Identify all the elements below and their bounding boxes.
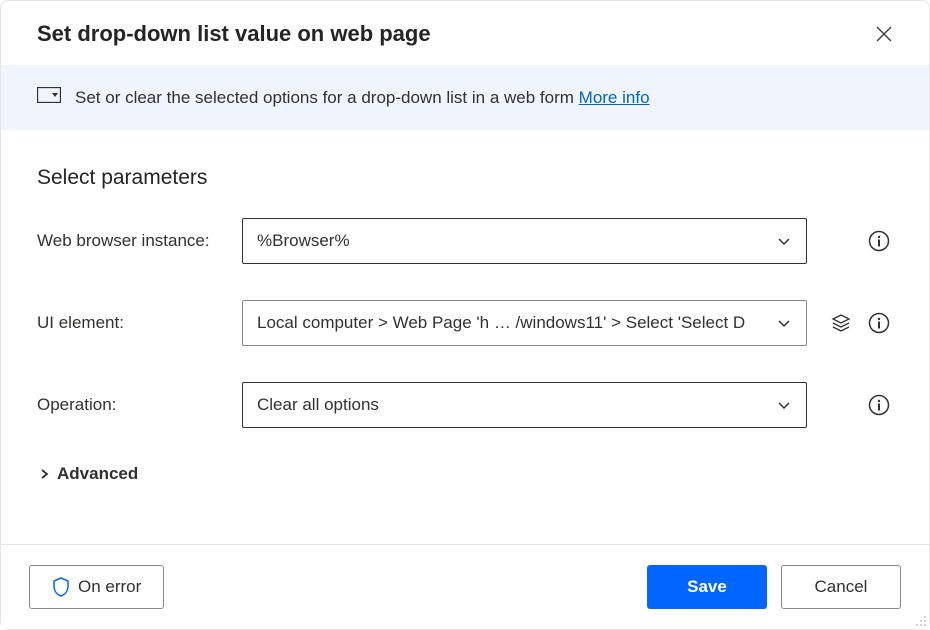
save-label: Save bbox=[687, 577, 727, 597]
operation-row: Operation: Clear all options bbox=[37, 382, 893, 428]
operation-select[interactable]: Clear all options bbox=[242, 382, 807, 428]
info-text: Set or clear the selected options for a … bbox=[75, 88, 650, 108]
operation-info-button[interactable] bbox=[865, 391, 893, 419]
info-icon bbox=[868, 312, 890, 334]
chevron-right-icon bbox=[37, 467, 51, 481]
info-icon bbox=[868, 394, 890, 416]
resize-handle-icon bbox=[913, 613, 927, 627]
info-text-content: Set or clear the selected options for a … bbox=[75, 88, 579, 107]
operation-label: Operation: bbox=[37, 395, 232, 415]
advanced-label: Advanced bbox=[57, 464, 138, 484]
uielement-value: Local computer > Web Page 'h … /windows1… bbox=[257, 313, 745, 333]
operation-value: Clear all options bbox=[257, 395, 379, 415]
dialog-footer: On error Save Cancel bbox=[1, 544, 929, 629]
dialog-header: Set drop-down list value on web page bbox=[1, 1, 929, 65]
dropdown-icon bbox=[37, 87, 61, 108]
chevron-down-icon bbox=[776, 315, 792, 331]
info-banner: Set or clear the selected options for a … bbox=[1, 65, 929, 130]
content: Select parameters Web browser instance: … bbox=[1, 130, 929, 484]
advanced-toggle[interactable]: Advanced bbox=[37, 464, 893, 484]
chevron-down-icon bbox=[776, 397, 792, 413]
dialog-title: Set drop-down list value on web page bbox=[37, 21, 431, 47]
browser-select[interactable]: %Browser% bbox=[242, 218, 807, 264]
browser-row: Web browser instance: %Browser% bbox=[37, 218, 893, 264]
uielement-info-button[interactable] bbox=[865, 309, 893, 337]
close-button[interactable] bbox=[871, 21, 897, 47]
cancel-label: Cancel bbox=[815, 577, 868, 597]
chevron-down-icon bbox=[776, 233, 792, 249]
save-button[interactable]: Save bbox=[647, 565, 767, 609]
browser-info-button[interactable] bbox=[865, 227, 893, 255]
more-info-link[interactable]: More info bbox=[579, 88, 650, 107]
uielement-select[interactable]: Local computer > Web Page 'h … /windows1… bbox=[242, 300, 807, 346]
layers-icon bbox=[830, 312, 852, 334]
uielement-picker-button[interactable] bbox=[827, 309, 855, 337]
close-icon bbox=[875, 25, 893, 43]
on-error-label: On error bbox=[78, 577, 141, 597]
browser-label: Web browser instance: bbox=[37, 231, 232, 251]
cancel-button[interactable]: Cancel bbox=[781, 565, 901, 609]
uielement-row: UI element: Local computer > Web Page 'h… bbox=[37, 300, 893, 346]
shield-icon bbox=[52, 577, 70, 597]
on-error-button[interactable]: On error bbox=[29, 565, 164, 609]
uielement-label: UI element: bbox=[37, 313, 232, 333]
section-title: Select parameters bbox=[37, 166, 893, 190]
browser-value: %Browser% bbox=[257, 231, 350, 251]
info-icon bbox=[868, 230, 890, 252]
